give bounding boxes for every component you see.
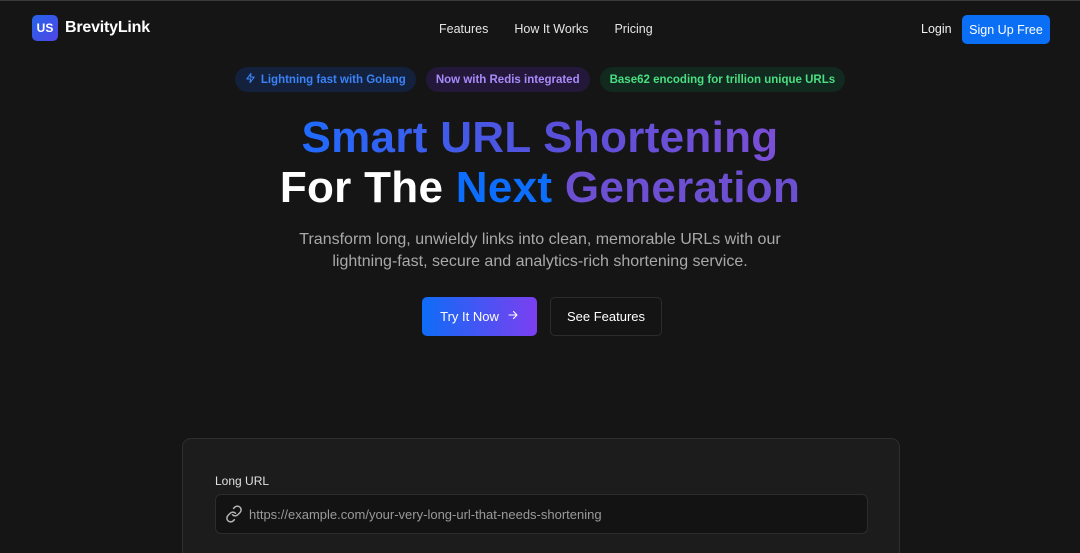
see-features-button[interactable]: See Features (550, 297, 662, 336)
hero-subtitle-line1: Transform long, unwieldy links into clea… (299, 231, 781, 248)
hero-subtitle-line2: lightning-fast, secure and analytics-ric… (332, 253, 748, 270)
hero-subtitle: Transform long, unwieldy links into clea… (0, 229, 1080, 273)
try-it-now-button[interactable]: Try It Now (422, 297, 537, 336)
brand-logo[interactable]: US BrevityLink (32, 15, 150, 41)
landing-page: US BrevityLink Features How It Works Pri… (0, 0, 1080, 553)
hero-title: Smart URL Shortening For The Next Genera… (0, 113, 1080, 213)
cta-buttons: Try It Now See Features (422, 297, 662, 336)
logo-badge: US (32, 15, 58, 41)
top-navbar: US BrevityLink Features How It Works Pri… (0, 1, 1080, 57)
feature-badges: Lightning fast with Golang Now with Redi… (0, 67, 1080, 92)
shorten-form-card: Long URL (182, 438, 900, 553)
badge-base62: Base62 encoding for trillion unique URLs (599, 67, 846, 92)
hero-title-generation: Generation (564, 163, 801, 212)
nav-links: Features How It Works Pricing (439, 22, 653, 36)
badge-golang-text: Lightning fast with Golang (260, 73, 406, 86)
nav-link-pricing[interactable]: Pricing (614, 22, 652, 36)
long-url-input[interactable] (249, 506, 867, 522)
nav-link-features[interactable]: Features (439, 22, 488, 36)
long-url-field[interactable] (215, 494, 868, 534)
badge-redis: Now with Redis integrated (425, 67, 590, 92)
hero-title-next: Next (455, 163, 553, 212)
login-link[interactable]: Login (921, 22, 952, 36)
sign-up-button[interactable]: Sign Up Free (962, 15, 1050, 44)
logo-text: BrevityLink (65, 19, 150, 36)
long-url-label: Long URL (215, 474, 270, 488)
lightning-bolt-icon (245, 72, 256, 87)
link-icon (225, 505, 243, 523)
badge-golang: Lightning fast with Golang (234, 67, 416, 92)
hero-title-line1: Smart URL Shortening (301, 113, 779, 162)
arrow-right-icon (507, 309, 519, 324)
badge-redis-text: Now with Redis integrated (435, 73, 580, 86)
badge-base62-text: Base62 encoding for trillion unique URLs (609, 73, 836, 86)
nav-link-how-it-works[interactable]: How It Works (514, 22, 588, 36)
hero-title-for-the: For The (279, 163, 444, 212)
try-it-now-label: Try It Now (440, 309, 499, 324)
